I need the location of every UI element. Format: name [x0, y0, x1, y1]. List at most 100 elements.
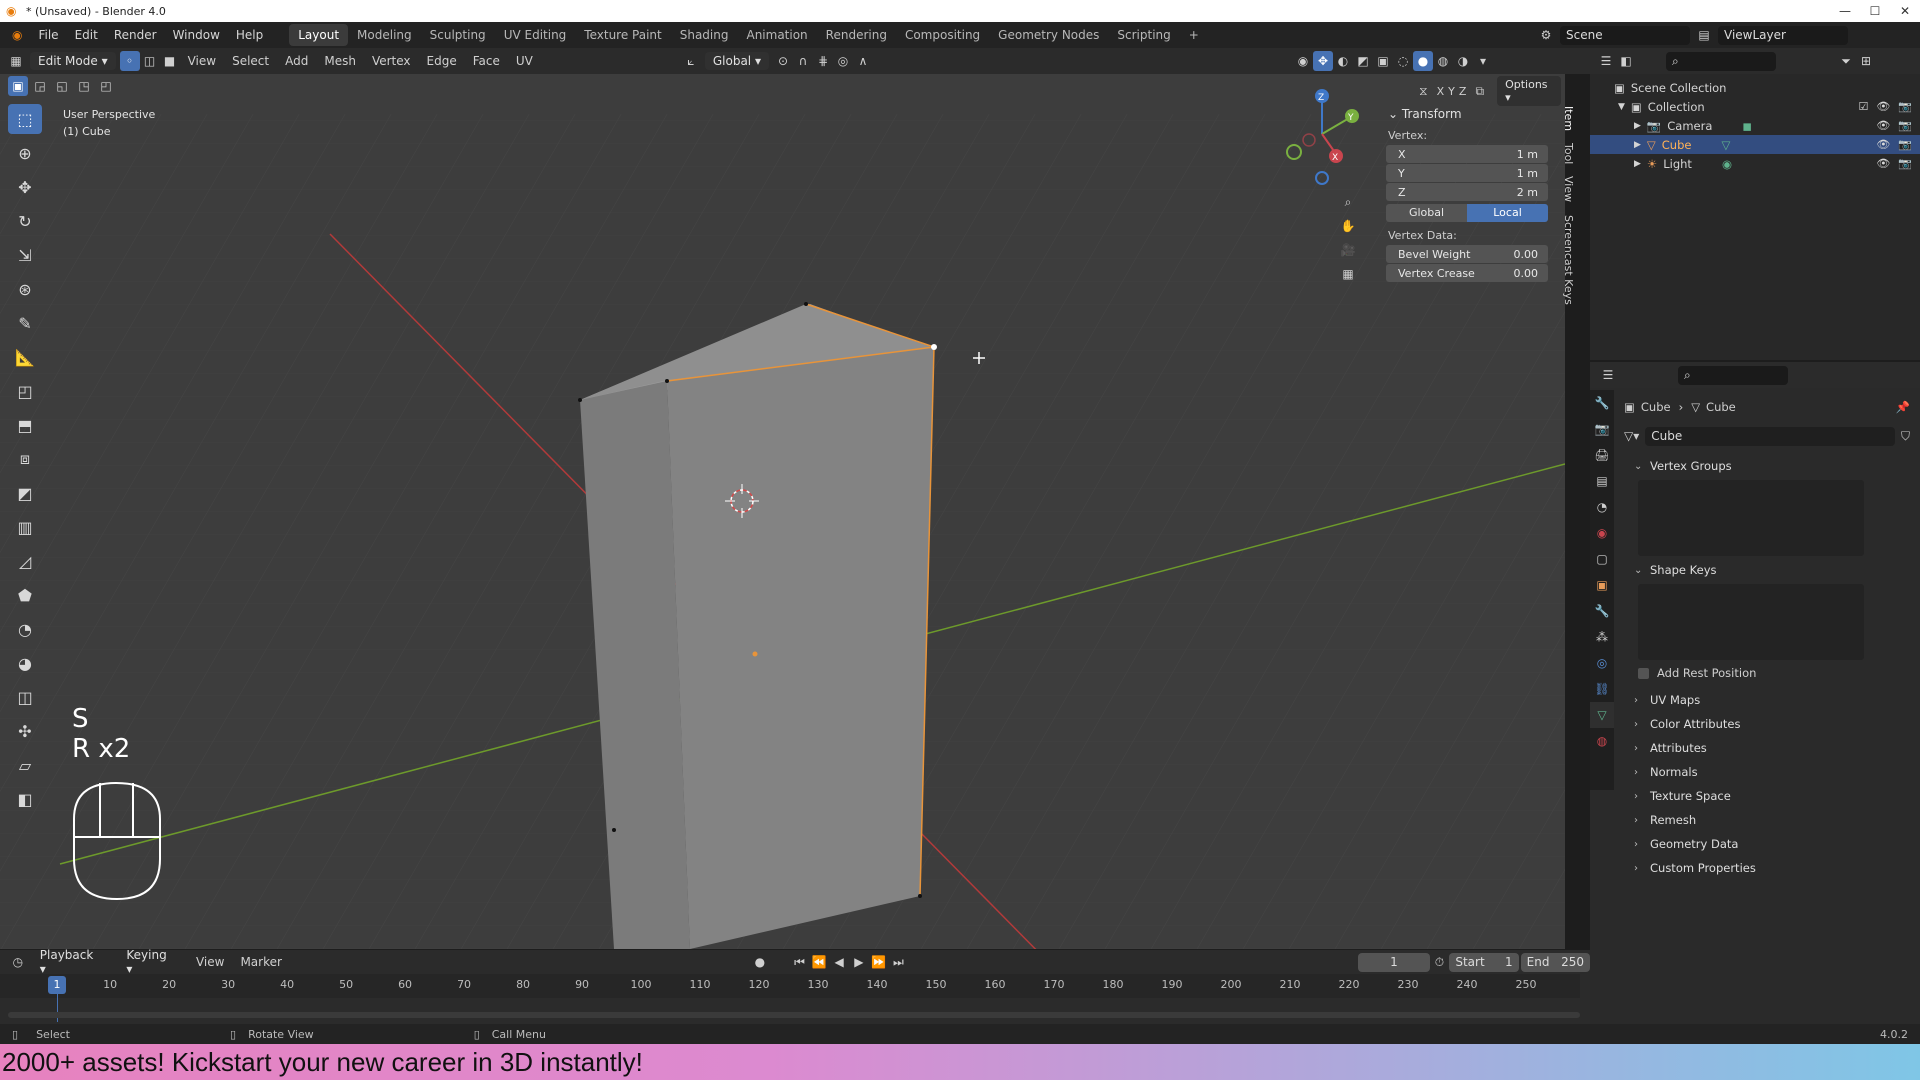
mesh-data-icon[interactable]: ▽ — [1721, 138, 1730, 152]
zoom-icon[interactable]: ⌕ — [1338, 192, 1358, 212]
rendered-shading-icon[interactable]: ◑ — [1453, 51, 1473, 71]
tab-tool[interactable]: Tool — [1562, 137, 1575, 170]
shear-tool-icon[interactable]: ▱ — [8, 750, 42, 780]
scene-icon[interactable]: ⚙ — [1536, 25, 1556, 45]
extrude-tool-icon[interactable]: ⬒ — [8, 410, 42, 440]
menu-mesh[interactable]: Mesh — [316, 54, 364, 68]
maximize-button[interactable]: ☐ — [1860, 0, 1890, 22]
vertex-x-field[interactable]: X 1 m — [1386, 145, 1548, 163]
pivot-icon[interactable]: ⊙ — [773, 51, 793, 71]
fake-user-icon[interactable]: ⛉ — [1901, 429, 1910, 444]
camera-view-icon[interactable]: 🎥 — [1338, 240, 1358, 260]
bevel-weight-field[interactable]: Bevel Weight 0.00 — [1386, 245, 1548, 263]
particles-tab-icon[interactable]: ⁂ — [1590, 624, 1614, 650]
marker-menu[interactable]: Marker — [232, 955, 289, 969]
view-layer-tab-icon[interactable]: ▤ — [1590, 468, 1614, 494]
mesh-datablock-icon[interactable]: ▽▾ — [1624, 429, 1639, 443]
play-icon[interactable]: ▶ — [849, 952, 869, 972]
edge-select-icon[interactable]: ◫ — [140, 51, 160, 71]
xray-toggle-icon[interactable]: ▣ — [1373, 51, 1393, 71]
add-cube-tool-icon[interactable]: ◰ — [8, 376, 42, 406]
select-extend-icon[interactable]: ◲ — [30, 76, 50, 96]
menu-file[interactable]: File — [30, 28, 66, 42]
expand-icon[interactable]: ▼ — [1618, 102, 1625, 112]
collection-row[interactable]: ▼ ▣ Collection ☑ 👁 📷 — [1590, 97, 1920, 116]
select-subtract-icon[interactable]: ◱ — [52, 76, 72, 96]
constraints-tab-icon[interactable]: ⛓ — [1590, 676, 1614, 702]
menu-select[interactable]: Select — [224, 54, 277, 68]
properties-search-input[interactable]: ⌕ — [1678, 365, 1788, 385]
tab-shading[interactable]: Shading — [671, 24, 738, 46]
tab-screencast-keys[interactable]: Screencast Keys — [1562, 209, 1575, 311]
custom-properties-panel-header[interactable]: › Custom Properties — [1624, 856, 1910, 880]
mirror-z-toggle[interactable]: Z — [1459, 85, 1467, 98]
orientation-dropdown[interactable]: Global ▾ — [704, 52, 769, 70]
poly-build-tool-icon[interactable]: ⬟ — [8, 580, 42, 610]
mirror-y-toggle[interactable]: Y — [1448, 85, 1455, 98]
timeline-scrollbar[interactable] — [8, 1012, 1580, 1018]
geometry-data-panel-header[interactable]: › Geometry Data — [1624, 832, 1910, 856]
physics-tab-icon[interactable]: ◎ — [1590, 650, 1614, 676]
material-tab-icon[interactable]: ◍ — [1590, 728, 1614, 754]
texture-space-panel-header[interactable]: › Texture Space — [1624, 784, 1910, 808]
solid-shading-icon[interactable]: ● — [1412, 51, 1433, 71]
eye-icon[interactable]: 👁 — [1876, 138, 1890, 151]
tab-animation[interactable]: Animation — [737, 24, 816, 46]
shrink-fatten-tool-icon[interactable]: ✣ — [8, 716, 42, 746]
timeline-editor-icon[interactable]: ◷ — [8, 952, 28, 972]
tab-geometry-nodes[interactable]: Geometry Nodes — [989, 24, 1108, 46]
select-box-tool-icon[interactable]: ⬚ — [8, 104, 42, 134]
outliner-item-cube[interactable]: ▶ ▽ Cube ▽ 👁 📷 — [1590, 135, 1920, 154]
falloff-icon[interactable]: ∧ — [853, 51, 873, 71]
overlay-toggle-icon[interactable]: ◐ — [1333, 51, 1353, 71]
loop-cut-tool-icon[interactable]: ▥ — [8, 512, 42, 542]
tab-item[interactable]: Item — [1562, 100, 1575, 137]
menu-edit[interactable]: Edit — [67, 28, 106, 42]
prev-keyframe-icon[interactable]: ⏪ — [809, 952, 829, 972]
vertex-select-icon[interactable]: ◦ — [119, 51, 140, 71]
vertex-z-field[interactable]: Z 2 m — [1386, 183, 1548, 201]
spin-tool-icon[interactable]: ◔ — [8, 614, 42, 644]
move-tool-icon[interactable]: ✥ — [8, 172, 42, 202]
editor-type-icon[interactable]: ▦ — [6, 51, 26, 71]
tab-modeling[interactable]: Modeling — [348, 24, 421, 46]
camera-render-icon[interactable]: 📷 — [1898, 119, 1912, 132]
menu-edge[interactable]: Edge — [419, 54, 465, 68]
blender-menu-icon[interactable]: ◉ — [4, 28, 30, 42]
material-shading-icon[interactable]: ◍ — [1433, 51, 1453, 71]
rip-tool-icon[interactable]: ◧ — [8, 784, 42, 814]
knife-tool-icon[interactable]: ◿ — [8, 546, 42, 576]
breadcrumb-mesh[interactable]: Cube — [1706, 400, 1736, 414]
selected-vertex[interactable] — [931, 344, 937, 350]
timeline-view-menu[interactable]: View — [188, 955, 232, 969]
outliner-search-input[interactable]: ⌕ — [1666, 51, 1776, 71]
jump-end-icon[interactable]: ⏭ — [889, 952, 909, 972]
auto-merge-icon[interactable]: ⧉ — [1470, 81, 1489, 101]
shape-keys-list[interactable] — [1638, 584, 1864, 660]
tool-settings-tab-icon[interactable]: 🔧 — [1590, 390, 1614, 416]
mesh-name-field[interactable]: Cube — [1645, 426, 1895, 446]
scene-collection-row[interactable]: ▣ Scene Collection — [1590, 78, 1920, 97]
menu-add[interactable]: Add — [277, 54, 316, 68]
local-toggle[interactable]: Local — [1467, 204, 1548, 222]
pin-icon[interactable]: 📌 — [1896, 400, 1910, 414]
eye-icon[interactable]: 👁 — [1876, 119, 1890, 132]
select-new-icon[interactable]: ▣ — [8, 76, 28, 96]
tab-compositing[interactable]: Compositing — [896, 24, 989, 46]
expand-icon[interactable]: ▶ — [1634, 121, 1641, 131]
snap-target-icon[interactable]: ⋕ — [813, 51, 833, 71]
next-keyframe-icon[interactable]: ⏩ — [869, 952, 889, 972]
data-tab-icon[interactable]: ▽ — [1590, 702, 1614, 728]
tab-layout[interactable]: Layout — [289, 24, 349, 46]
3d-viewport[interactable]: Z Y X User Perspective (1) Cube S R x2 ⌕… — [0, 74, 1565, 949]
timeline-ruler[interactable]: 1 10 20 30 40 50 60 70 80 90 100 110 120 130 140 150 160… — [0, 974, 1580, 1022]
transform-tool-icon[interactable]: ⊛ — [8, 274, 42, 304]
menu-window[interactable]: Window — [165, 28, 228, 42]
attributes-panel-header[interactable]: › Attributes — [1624, 736, 1910, 760]
start-frame-field[interactable]: Start 1 — [1449, 952, 1519, 972]
new-collection-icon[interactable]: ⊞ — [1856, 51, 1876, 71]
tab-uv-editing[interactable]: UV Editing — [495, 24, 576, 46]
remesh-panel-header[interactable]: › Remesh — [1624, 808, 1910, 832]
scale-tool-icon[interactable]: ⇲ — [8, 240, 42, 270]
gizmo-toggle-icon[interactable]: ✥ — [1312, 51, 1333, 71]
